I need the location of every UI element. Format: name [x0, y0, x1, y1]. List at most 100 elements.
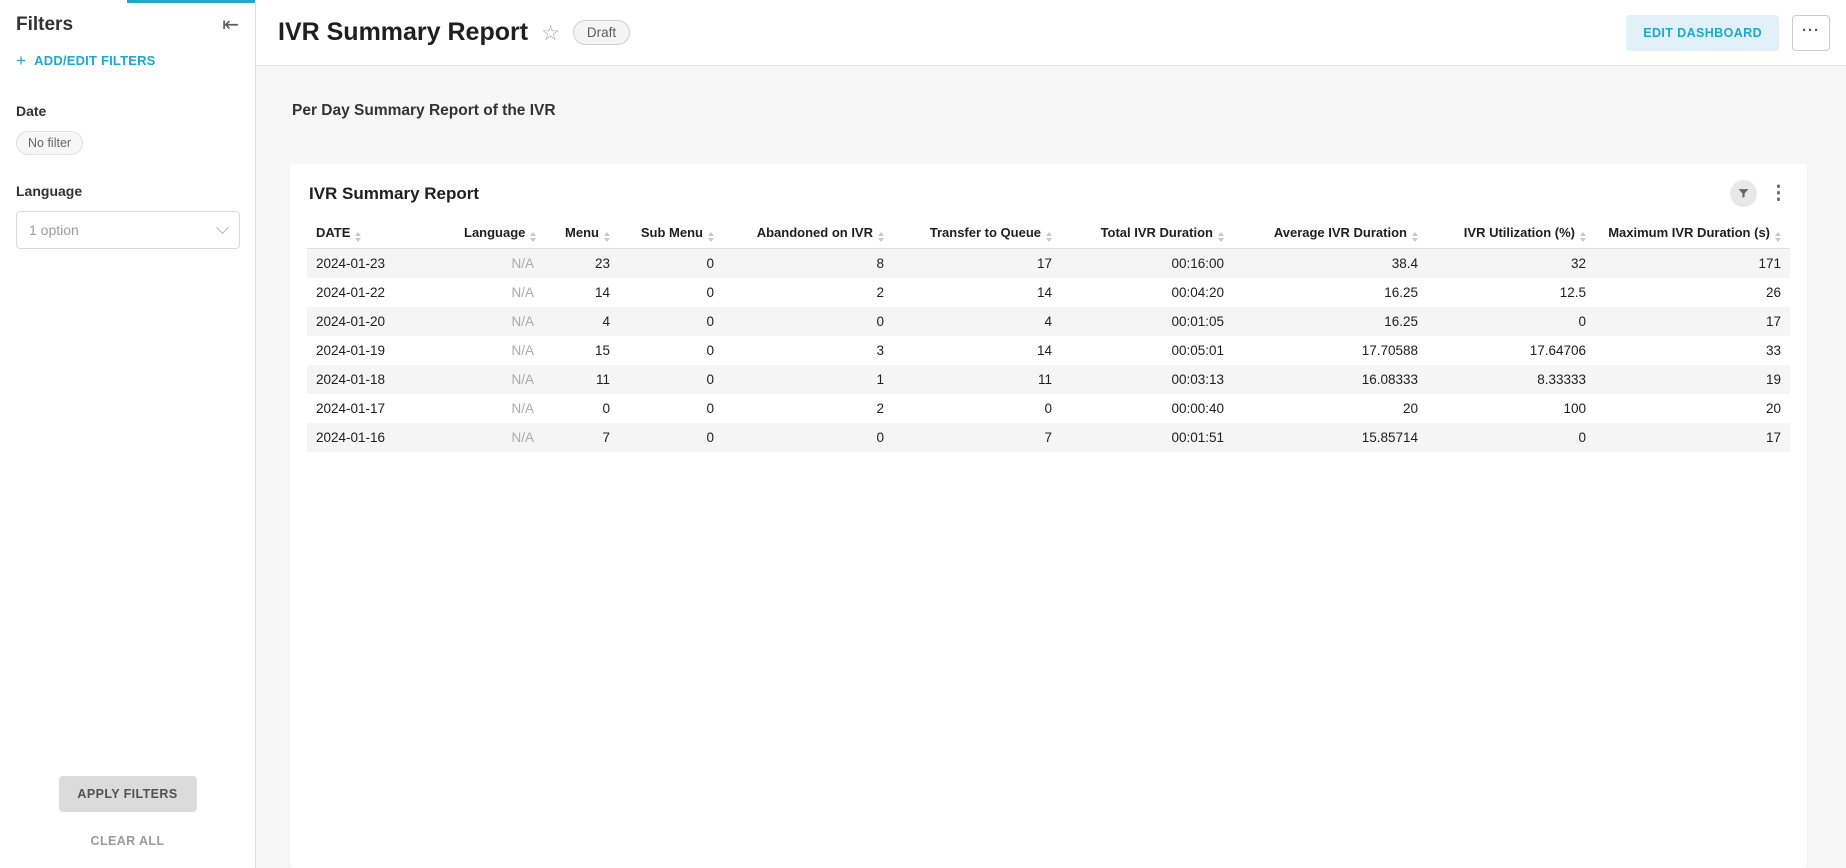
table-cell: 17: [1595, 423, 1790, 452]
sort-icon: [1218, 232, 1224, 242]
table-row: 2024-01-18N/A11011100:03:1316.083338.333…: [307, 365, 1790, 394]
table-cell: 0: [619, 278, 723, 307]
table-cell: 20: [1595, 394, 1790, 423]
table-cell: 00:00:40: [1061, 394, 1233, 423]
table-cell: 2024-01-17: [307, 394, 455, 423]
table-cell: 0: [1427, 423, 1595, 452]
add-edit-filters-label: ADD/EDIT FILTERS: [34, 53, 155, 68]
table-cell: 14: [893, 278, 1061, 307]
language-select[interactable]: 1 option: [16, 211, 240, 249]
table-cell: 14: [543, 278, 619, 307]
table-cell: 16.25: [1233, 307, 1427, 336]
table-row: 2024-01-23N/A23081700:16:0038.432171: [307, 249, 1790, 279]
column-header[interactable]: Average IVR Duration: [1233, 219, 1427, 249]
column-header[interactable]: Maximum IVR Duration (s): [1595, 219, 1790, 249]
kebab-menu-icon[interactable]: ⋮: [1769, 184, 1788, 203]
table-cell: 11: [893, 365, 1061, 394]
sort-icon: [1046, 232, 1052, 242]
table-cell: N/A: [455, 307, 543, 336]
ivr-table: DATE Language Menu Sub Menu Abandoned on IVR…: [307, 219, 1790, 452]
column-header[interactable]: Total IVR Duration: [1061, 219, 1233, 249]
apply-filters-button[interactable]: APPLY FILTERS: [58, 776, 196, 812]
favorite-star-icon[interactable]: ☆: [541, 21, 560, 46]
column-header[interactable]: Sub Menu: [619, 219, 723, 249]
column-header-label: Sub Menu: [641, 225, 703, 240]
table-row: 2024-01-16N/A700700:01:5115.85714017: [307, 423, 1790, 452]
table-cell: 19: [1595, 365, 1790, 394]
filter-sidebar: Filters ⇤ + ADD/EDIT FILTERS Date No fil…: [0, 0, 256, 868]
column-header-label: DATE: [316, 225, 350, 240]
column-header[interactable]: Menu: [543, 219, 619, 249]
column-header-label: Transfer to Queue: [930, 225, 1041, 240]
more-options-button[interactable]: ···: [1792, 15, 1830, 51]
sidebar-header: Filters ⇤: [16, 14, 239, 36]
date-filter-chip[interactable]: No filter: [16, 131, 83, 155]
sidebar-active-indicator: [127, 0, 255, 3]
table-cell: 17: [893, 249, 1061, 279]
table-cell: 00:05:01: [1061, 336, 1233, 365]
clear-all-button[interactable]: CLEAR ALL: [0, 834, 255, 848]
sort-icon: [530, 232, 536, 242]
table-cell: 15: [543, 336, 619, 365]
date-filter-group: Date No filter: [16, 103, 239, 155]
table-cell: 12.5: [1427, 278, 1595, 307]
sort-icon: [1775, 232, 1781, 242]
table-cell: 2024-01-20: [307, 307, 455, 336]
table-cell: N/A: [455, 249, 543, 279]
plus-icon: +: [16, 52, 26, 69]
add-edit-filters-button[interactable]: + ADD/EDIT FILTERS: [16, 52, 239, 69]
funnel-icon: [1737, 187, 1750, 200]
collapse-sidebar-icon[interactable]: ⇤: [222, 15, 239, 35]
table-cell: 33: [1595, 336, 1790, 365]
table-cell: N/A: [455, 278, 543, 307]
column-header[interactable]: DATE: [307, 219, 455, 249]
chart-card-header: IVR Summary Report ⋮: [307, 178, 1790, 219]
table-cell: 2024-01-22: [307, 278, 455, 307]
table-header-row: DATE Language Menu Sub Menu Abandoned on IVR…: [307, 219, 1790, 249]
column-header-label: IVR Utilization (%): [1464, 225, 1575, 240]
column-header[interactable]: IVR Utilization (%): [1427, 219, 1595, 249]
table-cell: 0: [619, 249, 723, 279]
status-badge: Draft: [573, 20, 630, 45]
column-header-label: Average IVR Duration: [1274, 225, 1407, 240]
table-cell: 2024-01-19: [307, 336, 455, 365]
table-cell: 15.85714: [1233, 423, 1427, 452]
table-cell: 0: [619, 365, 723, 394]
page-title: IVR Summary Report: [278, 18, 528, 47]
table-cell: 23: [543, 249, 619, 279]
table-cell: 2024-01-23: [307, 249, 455, 279]
filter-indicator-icon[interactable]: [1730, 180, 1757, 207]
sort-icon: [355, 232, 361, 242]
table-cell: 38.4: [1233, 249, 1427, 279]
table-cell: 17.70588: [1233, 336, 1427, 365]
column-header-label: Maximum IVR Duration (s): [1608, 225, 1770, 240]
sort-icon: [1580, 232, 1586, 242]
column-header[interactable]: Language: [455, 219, 543, 249]
table-cell: 0: [619, 394, 723, 423]
table-cell: N/A: [455, 423, 543, 452]
table-cell: 00:01:51: [1061, 423, 1233, 452]
table-cell: N/A: [455, 365, 543, 394]
table-cell: 0: [723, 423, 893, 452]
language-select-value: 1 option: [29, 222, 79, 238]
column-header-label: Abandoned on IVR: [757, 225, 873, 240]
table-cell: 2024-01-16: [307, 423, 455, 452]
edit-dashboard-button[interactable]: EDIT DASHBOARD: [1626, 15, 1779, 51]
column-header[interactable]: Abandoned on IVR: [723, 219, 893, 249]
table-cell: 3: [723, 336, 893, 365]
table-cell: 16.25: [1233, 278, 1427, 307]
chart-card: IVR Summary Report ⋮ DATE Language Menu Sub…: [290, 164, 1807, 868]
table-cell: 32: [1427, 249, 1595, 279]
table-cell: 8.33333: [1427, 365, 1595, 394]
table-cell: 0: [723, 307, 893, 336]
table-cell: N/A: [455, 336, 543, 365]
column-header-label: Language: [464, 225, 525, 240]
column-header[interactable]: Transfer to Queue: [893, 219, 1061, 249]
table-cell: 14: [893, 336, 1061, 365]
table-cell: 1: [723, 365, 893, 394]
markdown-text: Per Day Summary Report of the IVR: [292, 102, 1807, 120]
table-cell: 00:04:20: [1061, 278, 1233, 307]
chevron-down-icon: [216, 221, 229, 234]
table-cell: 8: [723, 249, 893, 279]
table-cell: 16.08333: [1233, 365, 1427, 394]
